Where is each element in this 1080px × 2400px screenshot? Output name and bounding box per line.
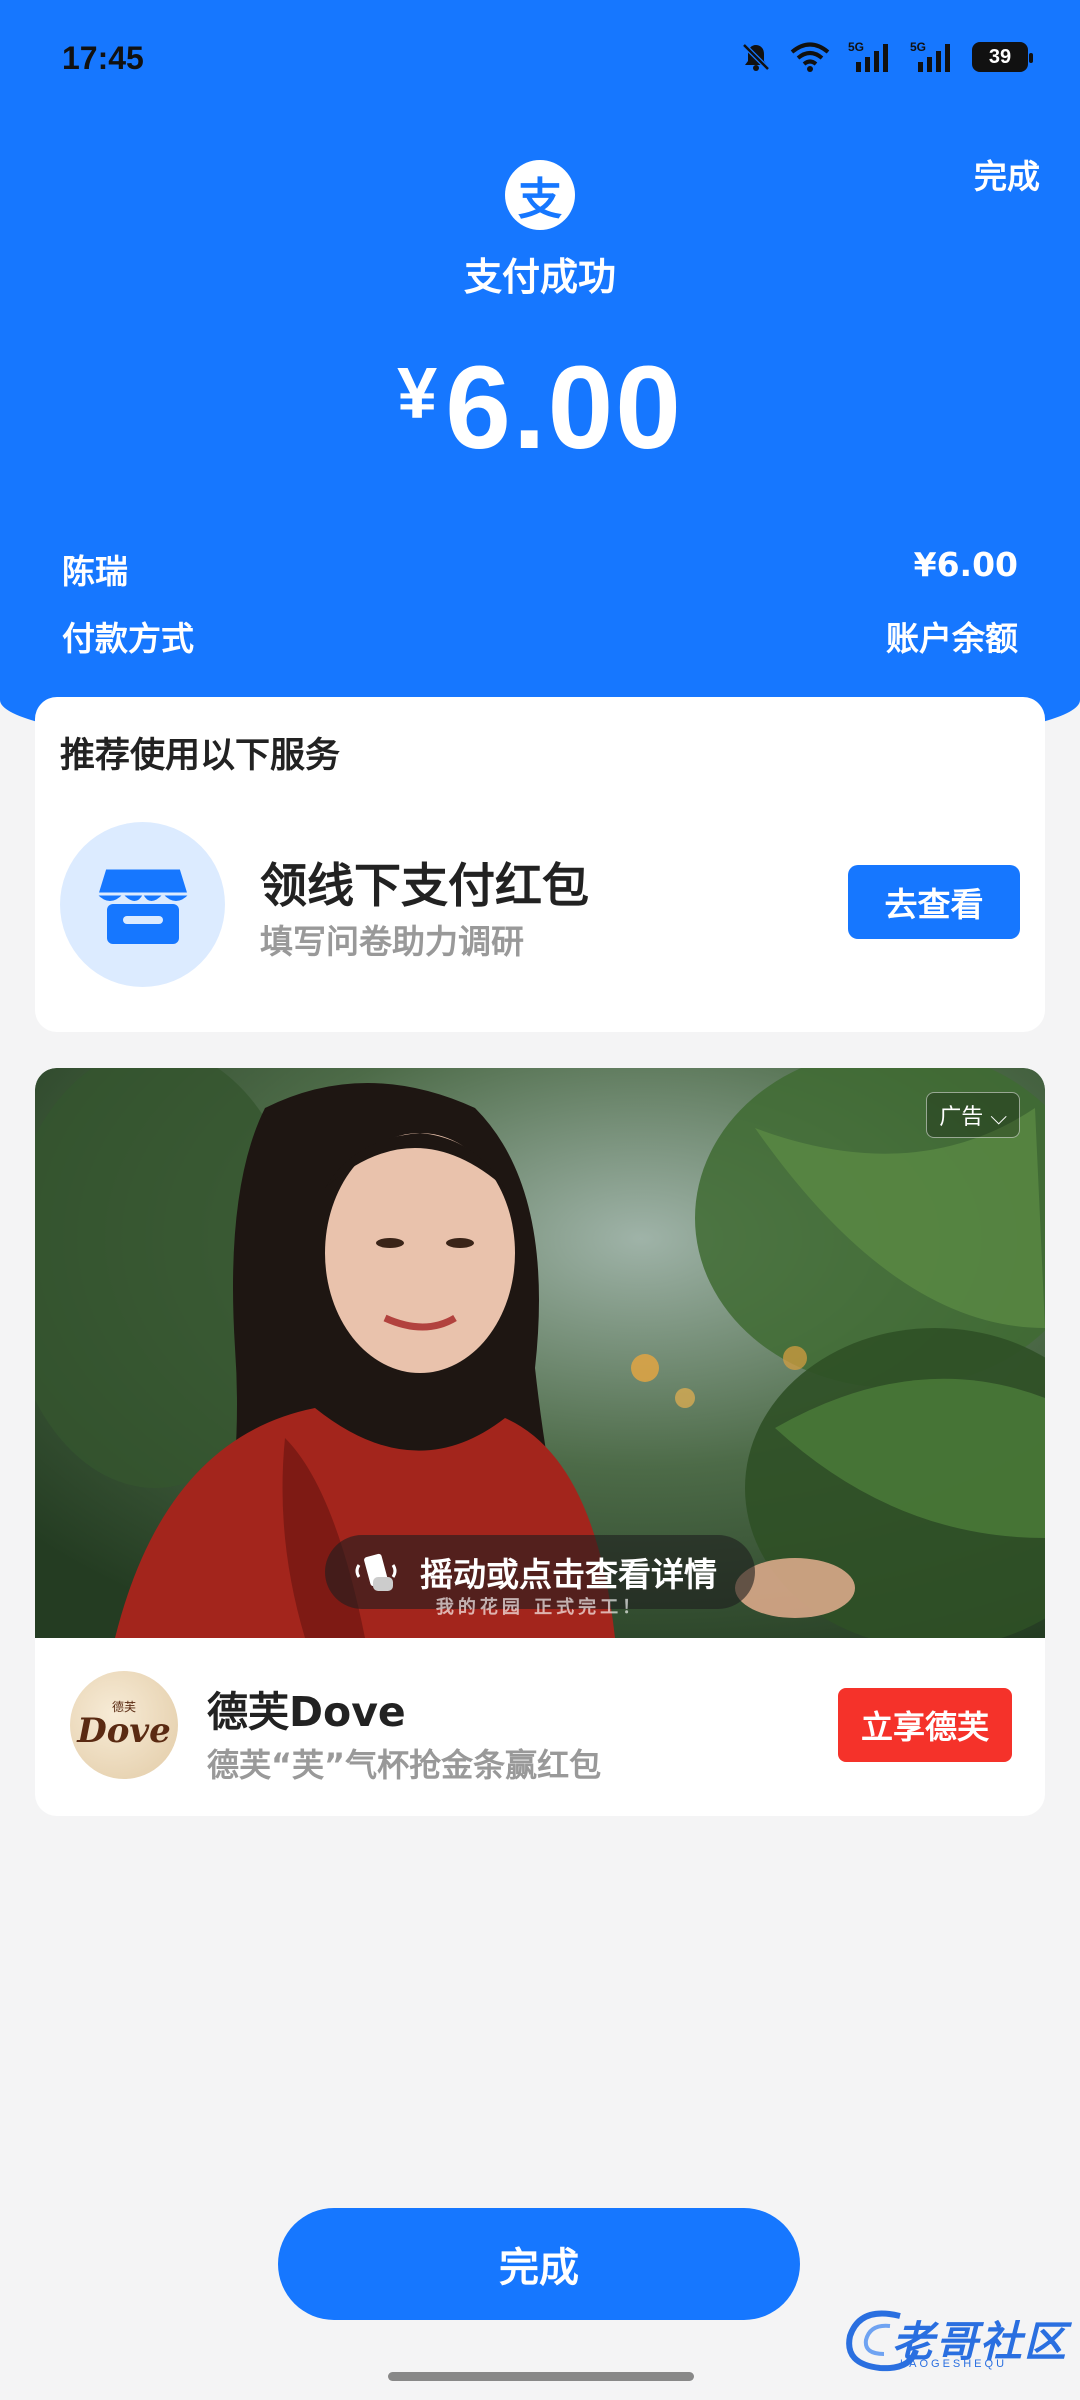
enjoy-dove-button[interactable]: 立享德芙 bbox=[838, 1688, 1012, 1762]
watermark-subtext: LAOGESHEQU bbox=[900, 2358, 1008, 2370]
status-bar: 17:45 5G 5G 39 bbox=[0, 0, 1080, 120]
shake-text: 摇动或点击查看详情 bbox=[420, 1555, 717, 1594]
ad-label-dropdown[interactable]: 广告 ⌵ bbox=[926, 1092, 1020, 1138]
recommended-service-card: 推荐使用以下服务 领线下支付红包 填写问卷助力调研 去查看 bbox=[35, 697, 1045, 1032]
payee-name: 陈瑞 bbox=[62, 552, 128, 591]
video-caption: 我的花园 正式完工！ bbox=[435, 1597, 645, 1618]
chevron-down-icon: ⌵ bbox=[990, 1105, 1007, 1130]
done-button[interactable]: 完成 bbox=[278, 2208, 800, 2320]
payee-amount: ¥6.00 bbox=[913, 545, 1018, 584]
service-subtitle: 填写问卷助力调研 bbox=[260, 922, 524, 961]
ad-tag-text: 广告 bbox=[939, 1105, 984, 1130]
svg-text:5G: 5G bbox=[910, 40, 926, 54]
ad-image[interactable]: 广告 ⌵ 摇动或点击查看详情 我的花园 正式完工！ bbox=[35, 1068, 1045, 1638]
wifi-icon bbox=[790, 41, 830, 73]
store-icon bbox=[60, 822, 225, 987]
home-indicator[interactable] bbox=[388, 2372, 694, 2381]
alipay-logo-icon: 支 bbox=[505, 160, 575, 230]
status-time: 17:45 bbox=[62, 40, 144, 76]
payment-method-label: 付款方式 bbox=[62, 619, 194, 658]
mute-bell-icon bbox=[740, 41, 772, 73]
watermark-logo: 老哥社区 LAOGESHEQU bbox=[840, 2300, 1070, 2380]
status-icons: 5G 5G 39 bbox=[740, 40, 1033, 74]
5g-signal-icon: 5G bbox=[910, 40, 954, 74]
brand-name: 德芙Dove bbox=[207, 1688, 406, 1736]
payment-amount: ¥6.00 bbox=[0, 340, 1080, 476]
amount-value: 6.00 bbox=[445, 342, 683, 474]
payee-row: 陈瑞 ¥6.00 bbox=[62, 545, 1018, 593]
view-button[interactable]: 去查看 bbox=[848, 865, 1020, 939]
service-name: 领线下支付红包 bbox=[260, 859, 589, 914]
dove-logo-text: Dove bbox=[77, 1711, 171, 1751]
payment-method-row: 付款方式 账户余额 bbox=[62, 612, 1018, 660]
brand-subtitle: 德芙“芙”气杯抢金条赢红包 bbox=[207, 1746, 602, 1784]
service-section-title: 推荐使用以下服务 bbox=[60, 736, 341, 776]
payment-method-value: 账户余额 bbox=[886, 619, 1018, 658]
5g-signal-icon: 5G bbox=[848, 40, 892, 74]
top-done-button[interactable]: 完成 bbox=[974, 150, 1040, 198]
currency-symbol: ¥ bbox=[397, 354, 438, 434]
svg-text:5G: 5G bbox=[848, 40, 864, 54]
advertisement-card[interactable]: 广告 ⌵ 摇动或点击查看详情 我的花园 正式完工！ 德芙 Dove 德芙Dove… bbox=[35, 1068, 1045, 1816]
dove-logo-icon: 德芙 Dove bbox=[70, 1671, 178, 1779]
payment-success-title: 支付成功 bbox=[463, 255, 616, 299]
battery-icon: 39 bbox=[972, 42, 1033, 72]
